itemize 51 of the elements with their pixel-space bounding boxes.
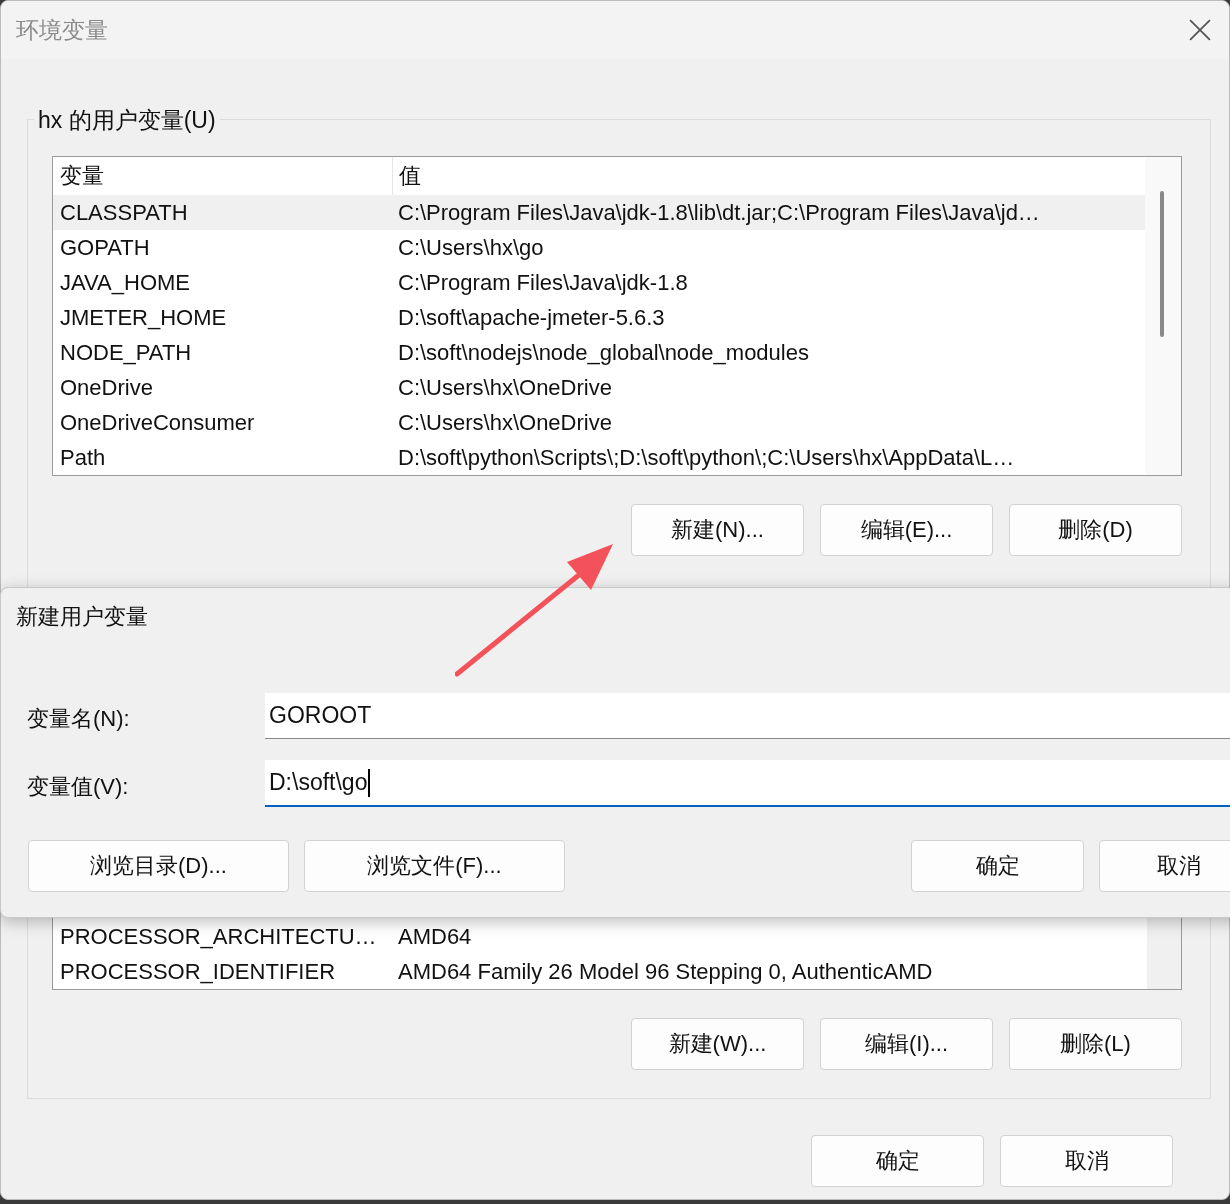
field-label: 变量值(V): xyxy=(26,772,130,801)
input-field[interactable]: GOROOT xyxy=(265,692,1230,739)
variable-value: C:\Users\hx\OneDrive xyxy=(397,409,612,436)
list-row[interactable]: JAVA_HOME C:\Program Files\Java\jdk-1.8 xyxy=(53,265,1145,300)
dialog-title: 新建用户变量 xyxy=(16,603,148,631)
column-header[interactable]: 值 xyxy=(393,157,421,195)
list-row[interactable]: Path D:\soft\python\Scripts\;D:\soft\python\;C:\Users\hx\AppData\L… xyxy=(53,440,1145,475)
variable-name: Path xyxy=(59,444,107,471)
variable-value: D:\soft\nodejs\node_global\node_modules xyxy=(397,339,809,366)
variable-name: CLASSPATH xyxy=(59,199,189,226)
dialog-button[interactable]: 浏览目录(D)... xyxy=(28,840,289,892)
variable-value: C:\Program Files\Java\jdk-1.8\lib\dt.jar;C:\Program Files\Java\jd… xyxy=(397,199,1040,226)
dialog-button[interactable]: 确定 xyxy=(811,1135,984,1187)
variable-value: AMD64 Family 26 Model 96 Stepping 0, AuthenticAMD xyxy=(397,958,933,985)
list-row[interactable]: JMETER_HOME D:\soft\apache-jmeter-5.6.3 xyxy=(53,300,1145,335)
dialog-button[interactable]: 删除(L) xyxy=(1009,1018,1182,1070)
close-icon[interactable] xyxy=(1189,19,1211,41)
dialog-button[interactable]: 确定 xyxy=(911,840,1084,892)
dialog-button[interactable]: 新建(W)... xyxy=(631,1018,804,1070)
dialog-button[interactable]: 编辑(E)... xyxy=(820,504,993,556)
variable-value: D:\soft\python\Scripts\;D:\soft\python\;C:\Users\hx\AppData\L… xyxy=(397,444,1015,471)
variable-value: AMD64 xyxy=(397,923,472,950)
list-row[interactable]: OneDriveConsumer C:\Users\hx\OneDrive xyxy=(53,405,1145,440)
variable-value: C:\Users\hx\OneDrive xyxy=(397,374,612,401)
dialog-button[interactable]: 新建(N)... xyxy=(631,504,804,556)
group-label: hx 的用户变量(U) xyxy=(34,105,220,136)
variable-value: D:\soft\apache-jmeter-5.6.3 xyxy=(397,304,665,331)
input-field[interactable]: D:\soft\go xyxy=(265,760,1230,807)
dialog-button[interactable]: 编辑(I)... xyxy=(820,1018,993,1070)
list-row[interactable]: PROCESSOR_IDENTIFIER AMD64 Family 26 Model 96 Stepping 0, AuthenticAMD xyxy=(53,954,1145,989)
variable-value: C:\Users\hx\go xyxy=(397,234,544,261)
dialog-button[interactable]: 取消 xyxy=(1099,840,1230,892)
variable-name: NODE_PATH xyxy=(59,339,193,366)
variable-value: C:\Program Files\Java\jdk-1.8 xyxy=(397,269,688,296)
list-row[interactable]: NODE_PATH D:\soft\nodejs\node_global\node_modules xyxy=(53,335,1145,370)
dialog-button[interactable]: 取消 xyxy=(1000,1135,1173,1187)
dialog-button[interactable]: 删除(D) xyxy=(1009,504,1182,556)
dialog-button[interactable]: 浏览文件(F)... xyxy=(304,840,565,892)
variable-name: GOPATH xyxy=(59,234,151,261)
variable-name: PROCESSOR_IDENTIFIER xyxy=(59,958,337,985)
variable-name: OneDrive xyxy=(59,374,154,401)
variable-name: PROCESSOR_ARCHITECTU… xyxy=(59,923,378,950)
list-row[interactable]: CLASSPATH C:\Program Files\Java\jdk-1.8\lib\dt.jar;C:\Program Files\Java\jd… xyxy=(53,195,1145,230)
list-row[interactable]: GOPATH C:\Users\hx\go xyxy=(53,230,1145,265)
variable-name: JMETER_HOME xyxy=(59,304,228,331)
list-row[interactable]: PROCESSOR_ARCHITECTU… AMD64 xyxy=(53,919,1145,954)
list-row[interactable]: OneDrive C:\Users\hx\OneDrive xyxy=(53,370,1145,405)
variable-name: OneDriveConsumer xyxy=(59,409,256,436)
variable-name: JAVA_HOME xyxy=(59,269,191,296)
window-title: 环境变量 xyxy=(16,15,108,45)
field-label: 变量名(N): xyxy=(26,704,131,733)
